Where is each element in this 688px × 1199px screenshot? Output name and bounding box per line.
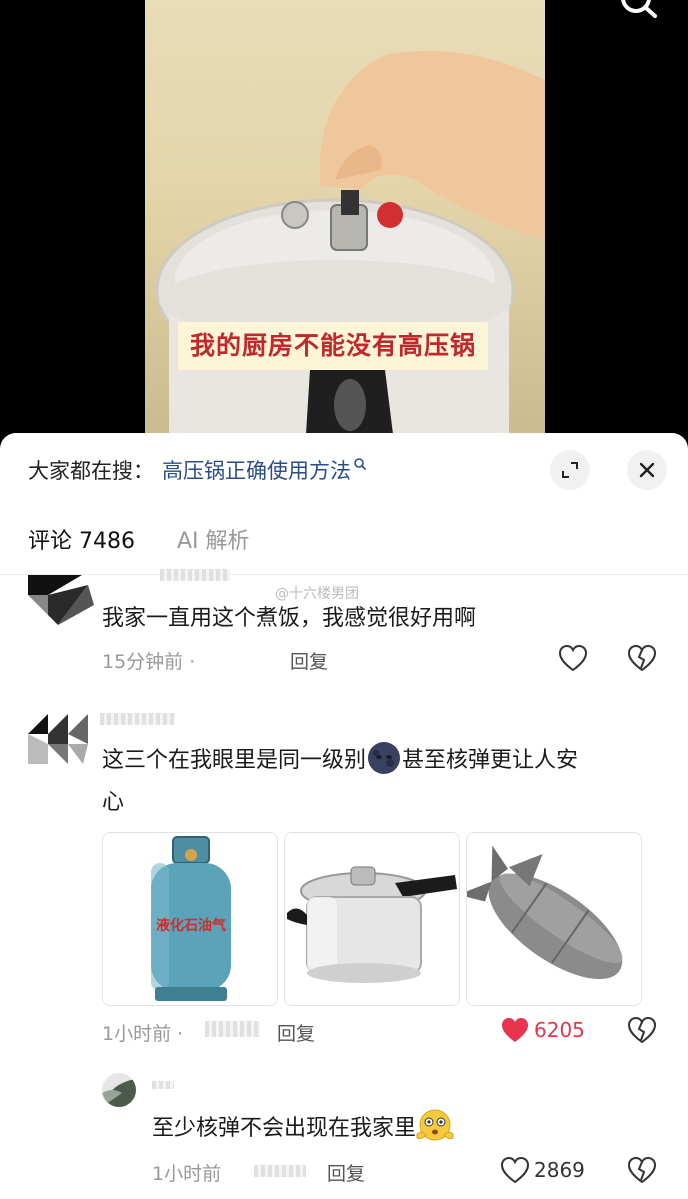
- expand-icon: [562, 462, 578, 478]
- avatar-image: [28, 575, 94, 637]
- comment-tabs: 评论 7486 AI 解析: [28, 523, 250, 555]
- dislike-icon[interactable]: [627, 1156, 657, 1186]
- comment-text: 这三个在我眼里是同一级别 甚至核弹更让人安: [102, 739, 578, 783]
- avatar[interactable]: [28, 575, 94, 637]
- like-icon-filled[interactable]: [500, 1016, 530, 1046]
- comment-text: 我家一直用这个煮饭，我感觉很好用啊: [102, 606, 477, 631]
- search-icon: [354, 458, 367, 471]
- like-icon[interactable]: [558, 644, 588, 674]
- blurred-username: [160, 569, 230, 581]
- blurred-username: [100, 713, 175, 725]
- tabs-divider: [0, 574, 688, 575]
- avatar-image: [102, 1073, 136, 1107]
- close-button[interactable]: [627, 450, 667, 490]
- image-bomb[interactable]: [466, 832, 642, 1006]
- reply-button[interactable]: 回复: [290, 647, 328, 674]
- comment-text-part: 至少核弹不会出现在我家里: [152, 1116, 417, 1141]
- image-pressure-cooker[interactable]: [284, 832, 460, 1006]
- search-icon[interactable]: [618, 0, 662, 24]
- dislike-icon[interactable]: [627, 644, 657, 674]
- reply-button[interactable]: 回复: [327, 1159, 365, 1186]
- comment-time: 1小时前: [152, 1163, 222, 1185]
- comment-text-part: 这三个在我眼里是同一级别: [102, 748, 367, 773]
- tab-ai-analysis[interactable]: AI 解析: [177, 523, 250, 555]
- blurred-location: [254, 1165, 306, 1177]
- tab-comments[interactable]: 评论 7486: [28, 523, 135, 555]
- trending-search-term[interactable]: 高压锅正确使用方法: [162, 455, 351, 485]
- comment-text-part: 甚至核弹更让人安: [402, 748, 579, 773]
- close-icon: [639, 462, 655, 478]
- blurred-username: [152, 1081, 174, 1089]
- video-player[interactable]: 我的厨房不能没有高压锅: [0, 0, 688, 450]
- video-caption: 我的厨房不能没有高压锅: [178, 322, 489, 370]
- comment-time: 1小时前 ·: [102, 1023, 184, 1045]
- video-frame: [145, 0, 545, 450]
- avatar[interactable]: [28, 714, 94, 776]
- avatar-image: [28, 714, 88, 764]
- gas-cylinder-image: 液化石油气: [103, 833, 277, 1005]
- bomb-image: [467, 833, 641, 1005]
- pressure-cooker-image: [285, 833, 459, 1005]
- like-count: 2869: [534, 1158, 585, 1182]
- comment-text: 至少核弹不会出现在我家里: [152, 1107, 454, 1151]
- like-icon[interactable]: [500, 1156, 530, 1186]
- trending-search[interactable]: 大家都在搜： 高压锅正确使用方法: [28, 453, 367, 487]
- flushed-face-emoji-icon: [416, 1109, 454, 1141]
- comment-text-line: 心: [102, 790, 125, 815]
- reply-button[interactable]: 回复: [277, 1019, 315, 1046]
- avatar[interactable]: [102, 1073, 136, 1107]
- blurred-location: [205, 1021, 260, 1037]
- dark-moon-emoji-icon: [368, 742, 401, 774]
- comment-sheet: 大家都在搜： 高压锅正确使用方法 评论 7486 AI 解析 @十六楼男团 我家…: [0, 433, 688, 1199]
- expand-button[interactable]: [550, 450, 590, 490]
- cylinder-label: 液化石油气: [156, 917, 226, 934]
- trending-search-prefix: 大家都在搜：: [28, 459, 154, 483]
- image-gas-cylinder[interactable]: 液化石油气: [102, 832, 278, 1006]
- dislike-icon[interactable]: [627, 1016, 657, 1046]
- like-count: 6205: [534, 1018, 585, 1042]
- video-still: [155, 50, 545, 450]
- comment-time: 15分钟前 ·: [102, 651, 196, 673]
